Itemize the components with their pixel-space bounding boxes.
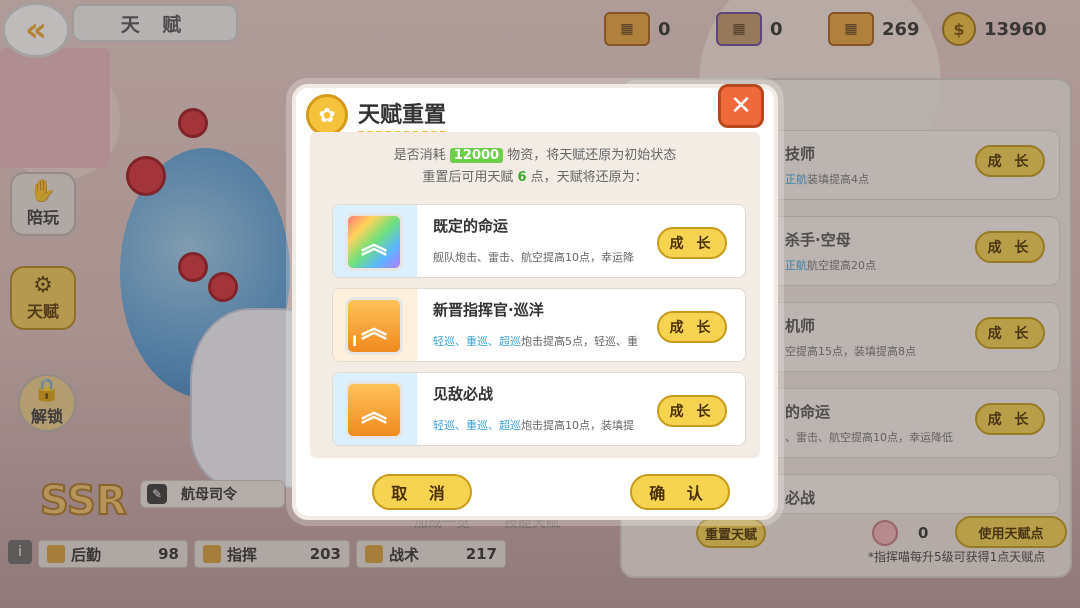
close-button[interactable]: ✕ — [718, 84, 764, 128]
dialog-content: 是否消耗 12000 物资，将天赋还原为初始状态 重置后可用天赋 6 点，天赋将… — [310, 132, 760, 458]
close-icon: ✕ — [730, 91, 752, 121]
talent-card: ︽ 见敌必战 轻巡、重巡、超巡炮击提高10点，装填提 成 长 — [332, 372, 746, 446]
dialog-header: ✿ 天赋重置 — [306, 94, 447, 136]
talent-name: 既定的命运 — [433, 217, 509, 235]
grow-button[interactable]: 成 长 — [657, 311, 727, 343]
grow-button[interactable]: 成 长 — [657, 227, 727, 259]
points-value: 6 — [517, 170, 527, 185]
dialog-title: 天赋重置 — [358, 97, 447, 134]
orange-chevron-icon: ︽ — [345, 381, 403, 439]
tier-label: I — [352, 334, 358, 350]
orange-chevron-icon: ︽ I — [345, 297, 403, 355]
confirm-button[interactable]: 确 认 — [630, 474, 730, 510]
talent-name: 新晋指挥官·巡洋 — [433, 301, 544, 319]
paw-icon: ✿ — [306, 94, 348, 136]
prompt-line-2: 重置后可用天赋 6 点，天赋将还原为： — [422, 170, 648, 185]
talent-reset-dialog: ✿ 天赋重置 ✕ 是否消耗 12000 物资，将天赋还原为初始状态 重置后可用天… — [292, 84, 778, 520]
talent-desc: 舰队炮击、雷击、航空提高10点，幸运降 — [433, 251, 634, 264]
cancel-button[interactable]: 取 消 — [372, 474, 472, 510]
talent-name: 见敌必战 — [433, 385, 494, 403]
cost-value: 12000 — [449, 148, 504, 163]
talent-card: ︽ 既定的命运 舰队炮击、雷击、航空提高10点，幸运降 成 长 — [332, 204, 746, 278]
prompt-line-1: 是否消耗 12000 物资，将天赋还原为初始状态 — [393, 148, 677, 163]
talent-card: ︽ I 新晋指挥官·巡洋 轻巡、重巡、超巡炮击提高5点，轻巡、重 成 长 — [332, 288, 746, 362]
grow-button[interactable]: 成 长 — [657, 395, 727, 427]
talent-desc: 轻巡、重巡、超巡炮击提高5点，轻巡、重 — [433, 335, 638, 348]
rainbow-chevron-icon: ︽ — [345, 213, 403, 271]
talent-desc: 轻巡、重巡、超巡炮击提高10点，装填提 — [433, 419, 634, 432]
